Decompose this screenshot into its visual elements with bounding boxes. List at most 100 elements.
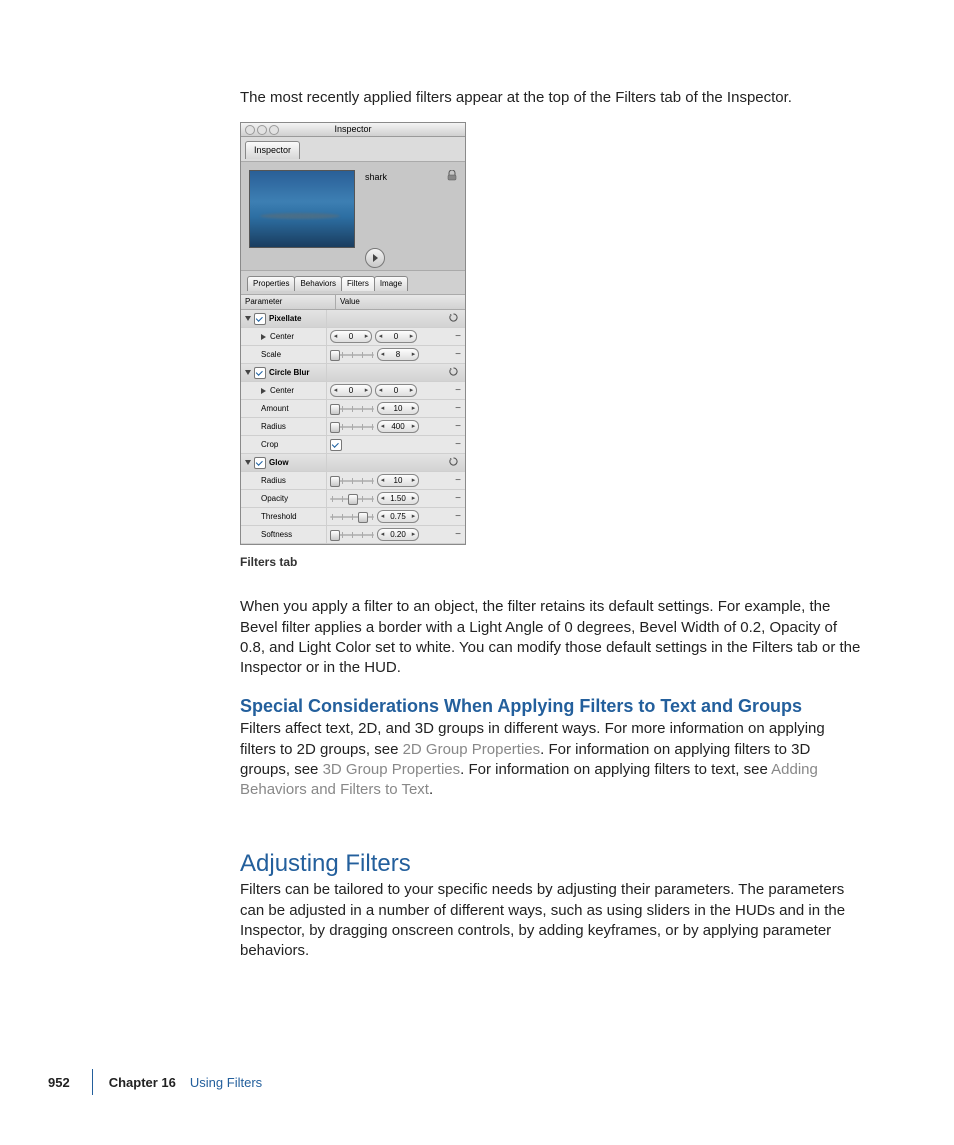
parameter-controls: ◂0▸◂0▸ − bbox=[327, 328, 465, 345]
parameter-controls: ◂400▸ − bbox=[327, 418, 465, 435]
row-menu-icon[interactable]: − bbox=[454, 512, 462, 522]
p3-text-c: . For information on applying filters to… bbox=[460, 761, 771, 778]
value-stepper[interactable]: ◂400▸ bbox=[377, 420, 419, 433]
header-parameter: Parameter bbox=[241, 295, 336, 309]
value-slider[interactable] bbox=[330, 475, 374, 486]
object-name: shark bbox=[365, 172, 387, 182]
param-header: Parameter Value bbox=[241, 295, 465, 310]
parameter-controls: − bbox=[327, 436, 465, 453]
parameter-row: Scale ◂8▸ − bbox=[241, 346, 465, 364]
main-tab-row: Inspector bbox=[241, 137, 465, 162]
row-menu-icon[interactable]: − bbox=[454, 440, 462, 450]
value-slider[interactable] bbox=[330, 493, 374, 504]
preview-thumbnail bbox=[249, 170, 355, 248]
tab-properties[interactable]: Properties bbox=[247, 276, 295, 291]
value-slider[interactable] bbox=[330, 349, 374, 360]
value-stepper[interactable]: ◂10▸ bbox=[377, 474, 419, 487]
window-titlebar: Inspector bbox=[241, 123, 465, 137]
page-footer: 952 Chapter 16 Using Filters bbox=[48, 1069, 262, 1095]
parameter-label: Threshold bbox=[241, 508, 327, 525]
parameter-row: Crop − bbox=[241, 436, 465, 454]
parameter-row: Opacity ◂1.50▸ − bbox=[241, 490, 465, 508]
reset-icon[interactable] bbox=[448, 457, 462, 468]
value-slider[interactable] bbox=[330, 421, 374, 432]
parameter-controls: ◂10▸ − bbox=[327, 472, 465, 489]
filter-group-name: Pixellate bbox=[269, 314, 301, 323]
parameter-row: Center◂0▸◂0▸− bbox=[241, 382, 465, 400]
tab-behaviors[interactable]: Behaviors bbox=[294, 276, 342, 291]
reset-icon[interactable] bbox=[448, 367, 462, 378]
value-slider[interactable] bbox=[330, 529, 374, 540]
filter-group-row[interactable]: Circle Blur bbox=[241, 364, 465, 382]
paragraph-2: When you apply a filter to an object, th… bbox=[240, 597, 864, 678]
value-stepper[interactable]: ◂8▸ bbox=[377, 348, 419, 361]
row-menu-icon[interactable]: − bbox=[454, 476, 462, 486]
paragraph-4: Filters can be tailored to your specific… bbox=[240, 880, 864, 961]
value-stepper[interactable]: ◂1.50▸ bbox=[377, 492, 419, 505]
paragraph-3: Filters affect text, 2D, and 3D groups i… bbox=[240, 719, 864, 800]
filter-group-name: Circle Blur bbox=[269, 368, 309, 377]
page-number: 952 bbox=[48, 1075, 92, 1090]
row-menu-icon[interactable]: − bbox=[454, 332, 462, 342]
filter-group-row[interactable]: Glow bbox=[241, 454, 465, 472]
row-menu-icon[interactable]: − bbox=[454, 404, 462, 414]
link-3d-group-properties[interactable]: 3D Group Properties bbox=[323, 761, 461, 778]
filter-group-row[interactable]: Pixellate bbox=[241, 310, 465, 328]
footer-divider bbox=[92, 1069, 93, 1095]
header-value: Value bbox=[336, 295, 465, 309]
parameter-rows: PixellateCenter◂0▸◂0▸−Scale◂8▸−Circle Bl… bbox=[241, 310, 465, 544]
page-content: The most recently applied filters appear… bbox=[0, 0, 954, 1070]
parameter-controls: ◂0.75▸ − bbox=[327, 508, 465, 525]
row-menu-icon[interactable]: − bbox=[454, 422, 462, 432]
value-stepper[interactable]: ◂10▸ bbox=[377, 402, 419, 415]
parameter-label: Radius bbox=[241, 418, 327, 435]
parameter-label: Opacity bbox=[241, 490, 327, 507]
parameter-controls: ◂1.50▸ − bbox=[327, 490, 465, 507]
parameter-label: Center bbox=[241, 328, 327, 345]
filter-enable-checkbox[interactable] bbox=[254, 313, 266, 325]
parameter-label: Center bbox=[241, 382, 327, 399]
preview-area: shark bbox=[241, 162, 465, 271]
parameter-label: Softness bbox=[241, 526, 327, 543]
value-stepper[interactable]: ◂0▸ bbox=[375, 384, 417, 397]
window-title: Inspector bbox=[334, 124, 371, 134]
value-stepper[interactable]: ◂0.75▸ bbox=[377, 510, 419, 523]
value-stepper[interactable]: ◂0▸ bbox=[330, 384, 372, 397]
chapter-label: Chapter 16 bbox=[109, 1075, 176, 1090]
link-2d-group-properties[interactable]: 2D Group Properties bbox=[403, 741, 541, 758]
value-slider[interactable] bbox=[330, 403, 374, 414]
filter-enable-checkbox[interactable] bbox=[254, 367, 266, 379]
filter-group-name: Glow bbox=[269, 458, 289, 467]
parameter-controls: ◂10▸ − bbox=[327, 400, 465, 417]
row-menu-icon[interactable]: − bbox=[454, 386, 462, 396]
parameter-row: Radius ◂400▸ − bbox=[241, 418, 465, 436]
intro-paragraph: The most recently applied filters appear… bbox=[240, 88, 864, 108]
parameter-row: Threshold ◂0.75▸ − bbox=[241, 508, 465, 526]
tab-image[interactable]: Image bbox=[374, 276, 408, 291]
value-stepper[interactable]: ◂0▸ bbox=[330, 330, 372, 343]
tab-inspector[interactable]: Inspector bbox=[245, 141, 300, 159]
lock-icon[interactable] bbox=[447, 170, 457, 181]
value-stepper[interactable]: ◂0.20▸ bbox=[377, 528, 419, 541]
parameter-label: Crop bbox=[241, 436, 327, 453]
parameter-controls: ◂8▸ − bbox=[327, 346, 465, 363]
value-stepper[interactable]: ◂0▸ bbox=[375, 330, 417, 343]
play-button[interactable] bbox=[365, 248, 385, 268]
value-slider[interactable] bbox=[330, 511, 374, 522]
row-menu-icon[interactable]: − bbox=[454, 494, 462, 504]
figure-caption: Filters tab bbox=[240, 555, 864, 569]
row-menu-icon[interactable]: − bbox=[454, 530, 462, 540]
parameter-label: Radius bbox=[241, 472, 327, 489]
parameter-controls: ◂0▸◂0▸ − bbox=[327, 382, 465, 399]
tab-filters[interactable]: Filters bbox=[341, 276, 375, 291]
filter-enable-checkbox[interactable] bbox=[254, 457, 266, 469]
row-menu-icon[interactable]: − bbox=[454, 350, 462, 360]
traffic-lights[interactable] bbox=[245, 125, 279, 135]
parameter-row: Amount ◂10▸ − bbox=[241, 400, 465, 418]
parameter-controls: ◂0.20▸ − bbox=[327, 526, 465, 543]
parameter-row: Center◂0▸◂0▸− bbox=[241, 328, 465, 346]
crop-checkbox[interactable] bbox=[330, 439, 342, 451]
reset-icon[interactable] bbox=[448, 313, 462, 324]
parameter-label: Amount bbox=[241, 400, 327, 417]
parameter-label: Scale bbox=[241, 346, 327, 363]
